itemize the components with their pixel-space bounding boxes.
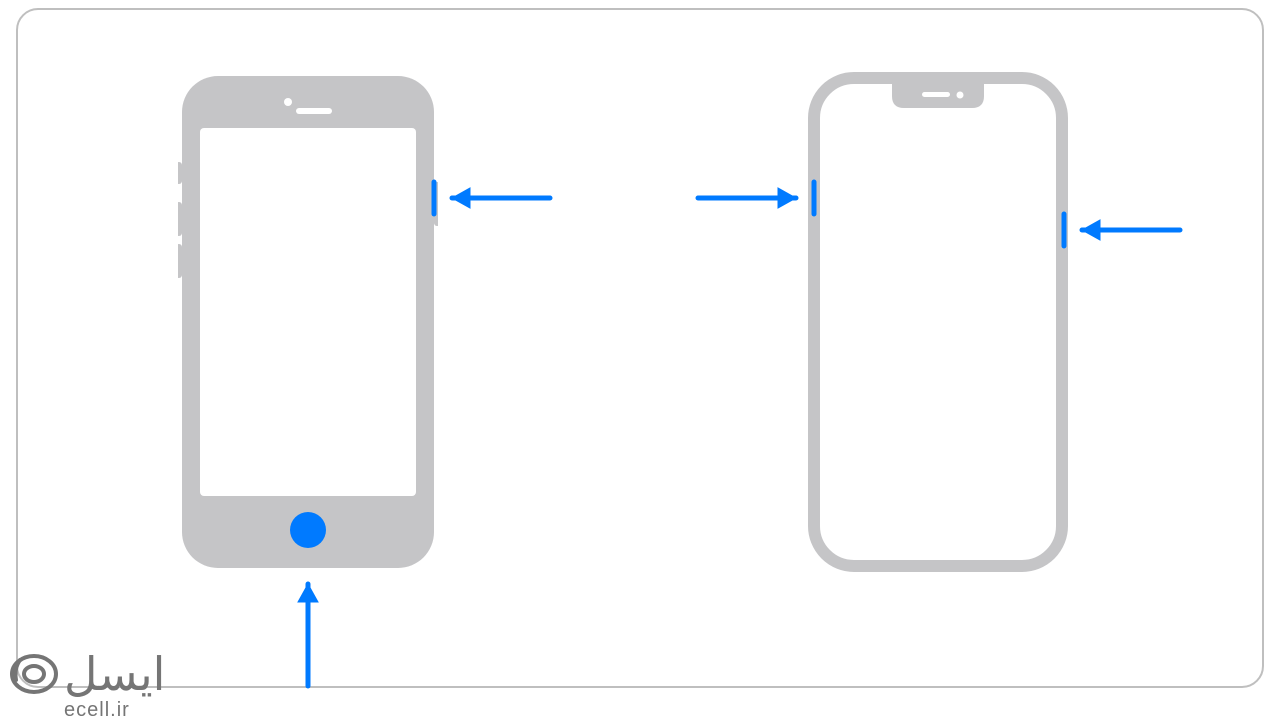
brand-name: ایسل xyxy=(64,651,165,697)
logo-mark-icon xyxy=(10,650,58,698)
arrow-left-phone-side-button xyxy=(430,178,560,218)
arrow-right-phone-side-button xyxy=(1060,210,1190,250)
iphone-face-id-illustration xyxy=(808,72,1068,572)
arrow-right-phone-volume-button xyxy=(688,178,818,218)
arrow-left-phone-home-button xyxy=(288,562,328,692)
iphone-home-button-illustration xyxy=(178,72,438,572)
home-button-icon xyxy=(290,512,326,548)
brand-url: ecell.ir xyxy=(64,700,165,720)
brand-logo: ایسل ecell.ir xyxy=(10,650,165,720)
diagram-frame xyxy=(16,8,1264,688)
